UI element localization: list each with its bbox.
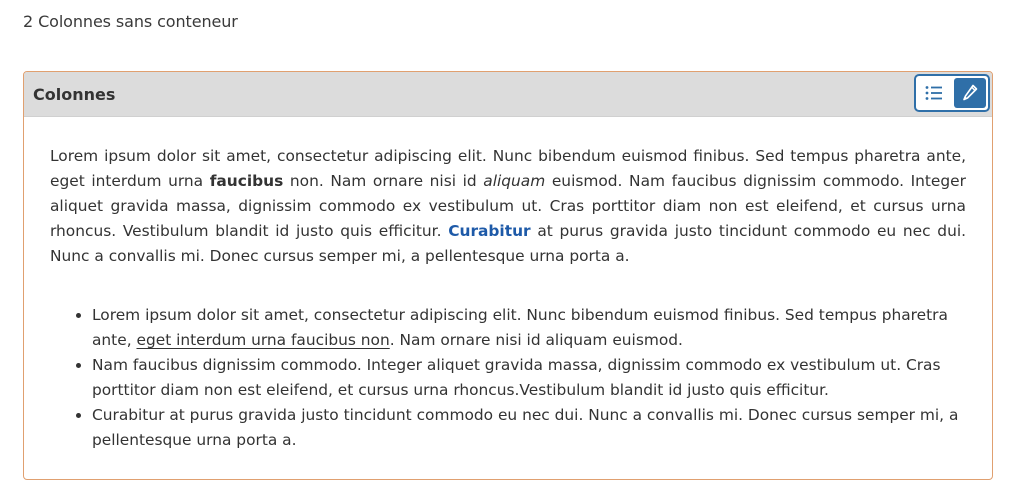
paragraph-italic-text: aliquam bbox=[483, 172, 546, 190]
paragraph-bold-text: faucibus bbox=[209, 172, 284, 190]
panel-body: Lorem ipsum dolor sit amet, consectetur … bbox=[24, 117, 992, 453]
pencil-icon bbox=[963, 84, 978, 101]
columns-panel: Colonnes Lorem ipsum dolor sit amet, con… bbox=[23, 71, 993, 480]
edit-button[interactable] bbox=[954, 78, 986, 108]
list-item: Lorem ipsum dolor sit amet, consectetur … bbox=[92, 303, 966, 353]
list-item: Nam faucibus dignissim commodo. Integer … bbox=[92, 353, 966, 403]
paragraph-bold-link[interactable]: Curabitur bbox=[448, 222, 530, 240]
panel-actions bbox=[914, 74, 990, 112]
list-view-button[interactable] bbox=[918, 78, 950, 108]
panel-title: Colonnes bbox=[33, 85, 116, 104]
paragraph-text-2: non. Nam ornare nisi id bbox=[283, 172, 484, 190]
body-paragraph: Lorem ipsum dolor sit amet, consectetur … bbox=[50, 144, 966, 269]
panel-header: Colonnes bbox=[24, 72, 992, 117]
list-icon bbox=[925, 86, 942, 100]
list-item-text-end: . Nam ornare nisi id aliquam euismod. bbox=[389, 331, 683, 349]
list-item: Curabitur at purus gravida justo tincidu… bbox=[92, 403, 966, 453]
list-item-underlined-link[interactable]: eget interdum urna faucibus non bbox=[136, 331, 389, 349]
bullet-list: Lorem ipsum dolor sit amet, consectetur … bbox=[50, 303, 966, 453]
page-heading: 2 Colonnes sans conteneur bbox=[23, 12, 238, 31]
